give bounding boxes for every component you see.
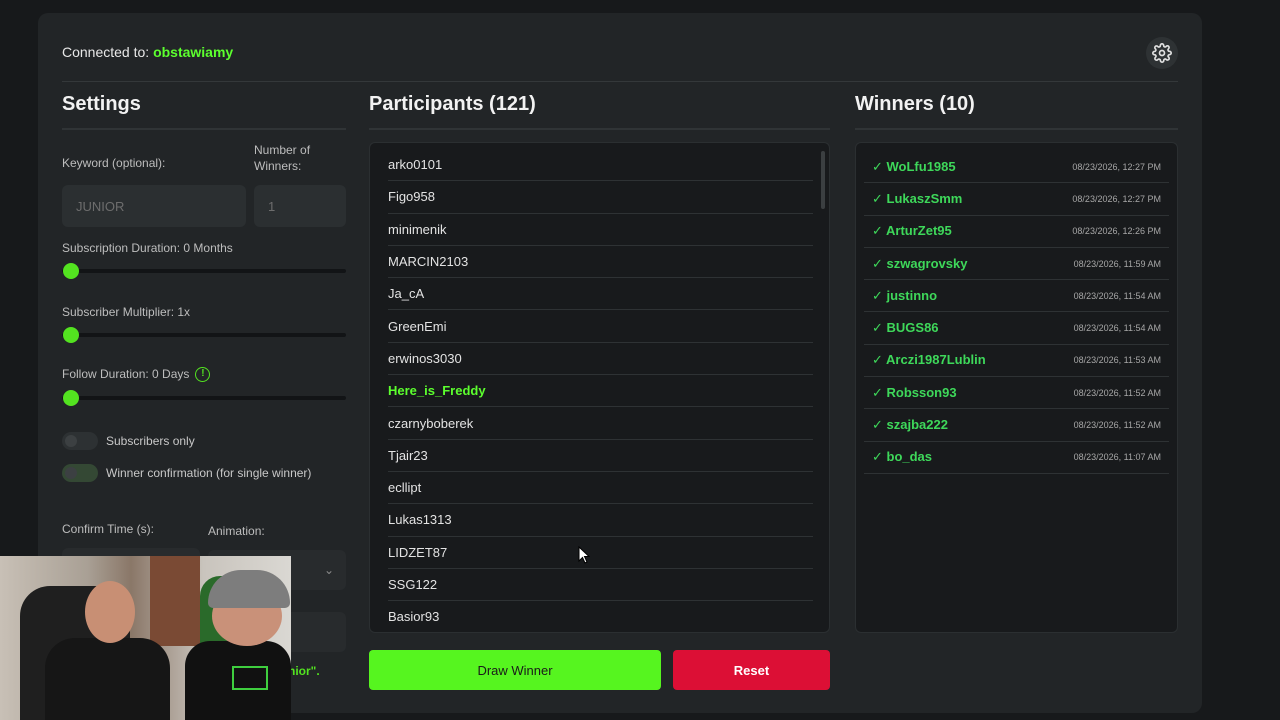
winner-timestamp: 08/23/2026, 11:52 AM	[1073, 420, 1161, 431]
participants-title: Participants (121)	[369, 93, 536, 115]
winner-name: ✓ szwagrovsky	[872, 255, 968, 271]
participant-item[interactable]: LIDZET87	[388, 537, 813, 569]
follow-duration-text: Follow Duration: 0 Days	[62, 367, 190, 381]
reset-button[interactable]: Reset	[673, 650, 830, 690]
participants-divider	[369, 128, 830, 130]
webcam-overlay	[0, 556, 291, 720]
winner-confirmation-toggle[interactable]	[62, 464, 98, 483]
winner-timestamp: 08/23/2026, 11:53 AM	[1073, 355, 1161, 366]
subscription-duration-label: Subscription Duration: 0 Months	[62, 241, 233, 255]
winner-name: ✓ Arczi1987Lublin	[872, 352, 986, 368]
winner-name: ✓ justinno	[872, 287, 938, 303]
winner-timestamp: 08/23/2026, 12:27 PM	[1072, 161, 1161, 172]
subscribers-only-toggle[interactable]	[62, 432, 98, 451]
winner-timestamp: 08/23/2026, 11:52 AM	[1073, 387, 1161, 398]
scrollbar[interactable]	[821, 151, 825, 209]
winner-row: ✓ ArturZet95 08/23/2026, 12:26 PM	[864, 216, 1169, 248]
winner-row: ✓ BUGS86 08/23/2026, 11:54 AM	[864, 312, 1169, 345]
winners-section: Winners (10) ✓ WoLfu1985 08/23/2026, 12:2…	[855, 93, 1178, 633]
participants-section: Participants (121) arko0101 Figo958 minime…	[369, 93, 830, 690]
winners-count-input[interactable]: 1	[254, 185, 346, 227]
winner-row: ✓ Arczi1987Lublin 08/23/2026, 11:53 AM	[864, 345, 1169, 378]
header-divider	[62, 81, 1178, 82]
participant-item[interactable]: GreenEmi	[388, 310, 813, 343]
winner-row: ✓ LukaszSmm 08/23/2026, 12:27 PM	[864, 183, 1169, 216]
settings-title: Settings	[62, 93, 141, 115]
participant-item[interactable]: Here_is_Freddy	[388, 375, 813, 408]
participant-item[interactable]: Basior93	[388, 601, 813, 632]
keyword-input[interactable]: JUNIOR	[62, 185, 246, 227]
follow-duration-label: Follow Duration: 0 Days!	[62, 367, 346, 383]
winner-confirmation-label: Winner confirmation (for single winner)	[106, 466, 312, 481]
settings-divider	[62, 128, 346, 130]
winners-list: ✓ WoLfu1985 08/23/2026, 12:27 PM ✓ LukaszS…	[855, 142, 1178, 633]
participants-list[interactable]: arko0101 Figo958 minimenik MARCIN2103 Ja_cA G…	[369, 142, 830, 633]
winner-row: ✓ szwagrovsky 08/23/2026, 11:59 AM	[864, 248, 1169, 281]
winners-divider	[855, 128, 1178, 130]
winner-row: ✓ justinno 08/23/2026, 11:54 AM	[864, 280, 1169, 313]
participant-item[interactable]: Figo958	[388, 181, 813, 214]
draw-winner-button[interactable]: Draw Winner	[369, 650, 661, 690]
subscriber-multiplier-label: Subscriber Multiplier: 1x	[62, 305, 191, 319]
mouse-pointer-icon	[578, 546, 590, 564]
participant-item[interactable]: Tjair23	[388, 440, 813, 472]
participant-item[interactable]: Ja_cA	[388, 278, 813, 311]
participant-item[interactable]: Lukas1313	[388, 504, 813, 537]
winner-row: ✓ WoLfu1985 08/23/2026, 12:27 PM	[864, 151, 1169, 184]
winner-timestamp: 08/23/2026, 11:59 AM	[1073, 258, 1161, 269]
slider-thumb[interactable]	[63, 390, 79, 407]
confirm-time-label: Confirm Time (s):	[62, 522, 155, 537]
winners-count-label: Number of Winners:	[254, 143, 311, 173]
winner-timestamp: 08/23/2026, 11:54 AM	[1073, 323, 1161, 334]
winner-timestamp: 08/23/2026, 12:27 PM	[1072, 193, 1161, 204]
info-icon[interactable]: !	[195, 367, 211, 383]
subscribers-only-label: Subscribers only	[106, 434, 195, 449]
winners-title: Winners (10)	[855, 93, 975, 115]
participant-item[interactable]: MARCIN2103	[388, 246, 813, 279]
winner-name: ✓ Robsson93	[872, 384, 957, 400]
winner-name: ✓ LukaszSmm	[872, 190, 963, 206]
channel-name: obstawiamy	[153, 44, 234, 60]
follow-duration-slider[interactable]	[62, 390, 346, 407]
gear-icon	[1152, 43, 1172, 63]
participant-item[interactable]: minimenik	[388, 214, 813, 246]
subscription-duration-slider[interactable]	[62, 263, 346, 279]
settings-gear-button[interactable]	[1146, 37, 1178, 69]
winner-row: ✓ bo_das 08/23/2026, 11:07 AM	[864, 442, 1169, 474]
participant-item[interactable]: ecllipt	[388, 472, 813, 505]
connection-status: Connected to: obstawiamy	[62, 44, 233, 60]
winner-row: ✓ Robsson93 08/23/2026, 11:52 AM	[864, 377, 1169, 410]
winner-timestamp: 08/23/2026, 11:07 AM	[1073, 452, 1161, 463]
winner-row: ✓ szajba222 08/23/2026, 11:52 AM	[864, 409, 1169, 442]
winner-name: ✓ szajba222	[872, 417, 948, 433]
slider-thumb[interactable]	[63, 263, 79, 279]
keyword-label: Keyword (optional):	[62, 156, 166, 170]
animation-label: Animation:	[208, 524, 265, 539]
subscriber-multiplier-slider[interactable]	[62, 327, 346, 343]
winner-name: ✓ bo_das	[872, 449, 933, 465]
participant-item[interactable]: arko0101	[388, 149, 813, 182]
connected-label: Connected to:	[62, 44, 150, 60]
slider-thumb[interactable]	[63, 327, 79, 343]
winner-name: ✓ BUGS86	[872, 320, 939, 336]
winner-timestamp: 08/23/2026, 11:54 AM	[1073, 290, 1161, 301]
participant-item[interactable]: czarnyboberek	[388, 407, 813, 440]
winner-name: ✓ WoLfu1985	[872, 158, 956, 174]
participant-item[interactable]: SSG122	[388, 569, 813, 602]
participant-item[interactable]: erwinos3030	[388, 343, 813, 376]
winner-timestamp: 08/23/2026, 12:26 PM	[1072, 226, 1161, 237]
winner-name: ✓ ArturZet95	[872, 223, 952, 239]
chevron-down-icon: ⌄	[323, 563, 334, 578]
